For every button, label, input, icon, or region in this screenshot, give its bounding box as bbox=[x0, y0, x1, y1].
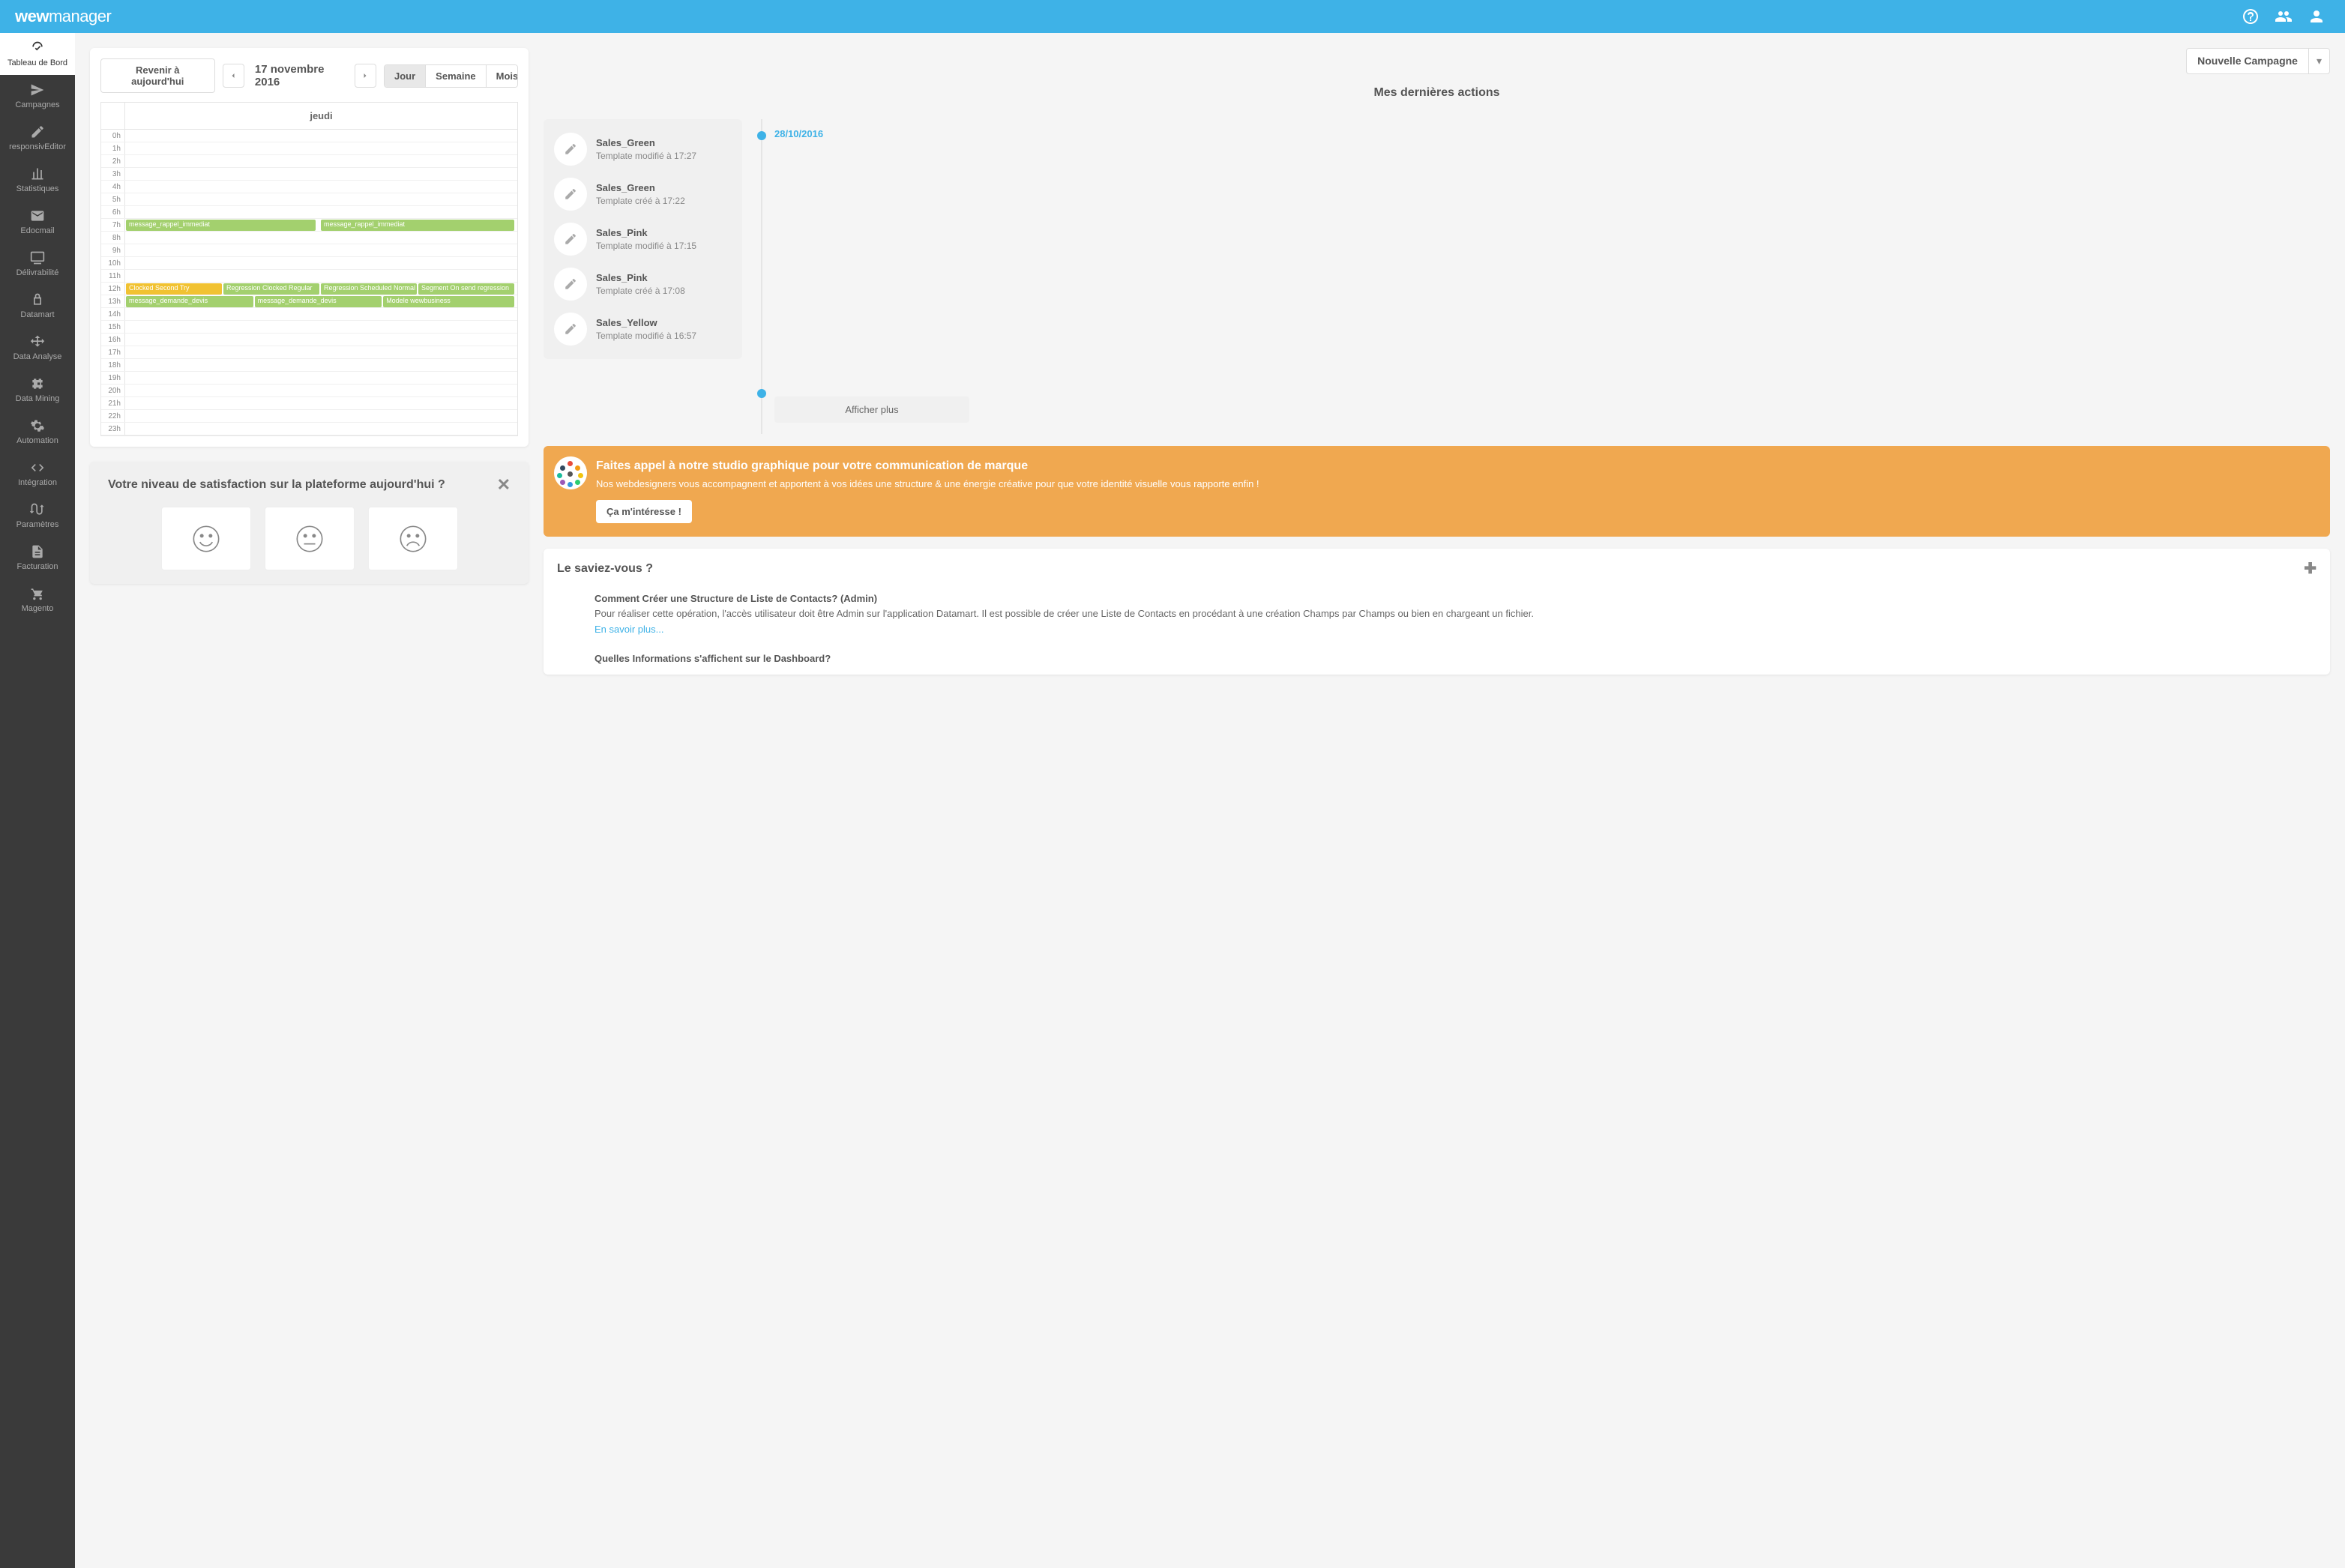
close-icon[interactable]: ✕ bbox=[497, 475, 511, 495]
calendar-event[interactable]: message_demande_devis bbox=[126, 296, 253, 307]
users-icon[interactable] bbox=[2270, 3, 2297, 30]
help-icon[interactable] bbox=[2237, 3, 2264, 30]
face-happy-button[interactable] bbox=[161, 507, 251, 570]
sidebar-item-4[interactable]: Edocmail bbox=[0, 201, 75, 243]
faq-link[interactable]: En savoir plus... bbox=[594, 624, 2279, 635]
edit-icon bbox=[554, 178, 587, 211]
calendar-event[interactable]: message_rappel_immediat bbox=[321, 220, 514, 231]
calendar-event[interactable]: Regression Scheduled Normal bbox=[321, 283, 417, 295]
profile-icon[interactable] bbox=[2303, 3, 2330, 30]
sidebar: Tableau de BordCampagnesresponsivEditorS… bbox=[0, 33, 75, 1568]
prev-day-button[interactable] bbox=[223, 64, 244, 88]
calendar-date: 17 novembre 2016 bbox=[255, 63, 344, 88]
knowledge-card: Le saviez-vous ? ✚ Comment Créer une Str… bbox=[544, 549, 2330, 675]
actions-title: Mes dernières actions bbox=[544, 86, 2330, 100]
new-campaign-button[interactable]: Nouvelle Campagne ▾ bbox=[2186, 48, 2330, 74]
edit-icon bbox=[554, 223, 587, 256]
faq-question: Comment Créer une Structure de Liste de … bbox=[594, 593, 2279, 604]
promo-text: Nos webdesigners vous accompagnent et ap… bbox=[596, 477, 2317, 491]
edit-icon bbox=[554, 268, 587, 301]
satisfaction-title: Votre niveau de satisfaction sur la plat… bbox=[108, 478, 497, 492]
action-item[interactable]: Sales_PinkTemplate modifié à 17:15 bbox=[551, 217, 735, 262]
sidebar-item-5[interactable]: Délivrabilité bbox=[0, 243, 75, 285]
sidebar-item-1[interactable]: Campagnes bbox=[0, 75, 75, 117]
calendar-card: Revenir à aujourd'hui 17 novembre 2016 J… bbox=[90, 48, 529, 447]
face-neutral-button[interactable] bbox=[265, 507, 355, 570]
calendar-event[interactable]: message_rappel_immediat bbox=[126, 220, 316, 231]
day-header: jeudi bbox=[125, 103, 517, 129]
logo[interactable]: wewmanager bbox=[15, 3, 111, 30]
calendar-event[interactable]: Modele wewbusiness bbox=[383, 296, 514, 307]
timeline-date: 28/10/2016 bbox=[774, 128, 823, 139]
sidebar-item-9[interactable]: Automation bbox=[0, 411, 75, 453]
action-item[interactable]: Sales_GreenTemplate modifié à 17:27 bbox=[551, 127, 735, 172]
sidebar-item-13[interactable]: Magento bbox=[0, 579, 75, 621]
promo-card: Faites appel à notre studio graphique po… bbox=[544, 446, 2330, 537]
sidebar-item-6[interactable]: Datamart bbox=[0, 285, 75, 327]
show-more-button[interactable]: Afficher plus bbox=[774, 396, 969, 423]
topbar: wewmanager bbox=[0, 0, 2345, 33]
sidebar-item-3[interactable]: Statistiques bbox=[0, 159, 75, 201]
faq-answer: Pour réaliser cette opération, l'accès u… bbox=[594, 607, 2279, 621]
chevron-down-icon[interactable]: ▾ bbox=[2308, 49, 2329, 73]
today-button[interactable]: Revenir à aujourd'hui bbox=[100, 58, 215, 93]
calendar-event[interactable]: Segment On send regression bbox=[418, 283, 514, 295]
actions-list: Sales_GreenTemplate modifié à 17:27Sales… bbox=[544, 119, 742, 359]
edit-icon bbox=[554, 313, 587, 346]
palette-icon bbox=[554, 456, 587, 489]
view-day-button[interactable]: Jour bbox=[385, 65, 426, 87]
satisfaction-card: Votre niveau de satisfaction sur la plat… bbox=[90, 462, 529, 584]
view-week-button[interactable]: Semaine bbox=[426, 65, 486, 87]
expand-icon[interactable]: ✚ bbox=[2304, 559, 2317, 578]
face-sad-button[interactable] bbox=[368, 507, 458, 570]
edit-icon bbox=[554, 133, 587, 166]
sidebar-item-10[interactable]: Intégration bbox=[0, 453, 75, 495]
view-month-button[interactable]: Mois bbox=[487, 65, 518, 87]
action-item[interactable]: Sales_PinkTemplate créé à 17:08 bbox=[551, 262, 735, 307]
sidebar-item-2[interactable]: responsivEditor bbox=[0, 117, 75, 159]
sidebar-item-0[interactable]: Tableau de Bord bbox=[0, 33, 75, 75]
calendar-event[interactable]: message_demande_devis bbox=[255, 296, 382, 307]
action-item[interactable]: Sales_YellowTemplate modifié à 16:57 bbox=[551, 307, 735, 352]
sidebar-item-12[interactable]: Facturation bbox=[0, 537, 75, 579]
action-item[interactable]: Sales_GreenTemplate créé à 17:22 bbox=[551, 172, 735, 217]
promo-title: Faites appel à notre studio graphique po… bbox=[596, 459, 2317, 473]
sidebar-item-11[interactable]: Paramètres bbox=[0, 495, 75, 537]
promo-cta-button[interactable]: Ça m'intéresse ! bbox=[596, 500, 692, 523]
faq-question-2: Quelles Informations s'affichent sur le … bbox=[557, 653, 2317, 664]
calendar-event[interactable]: Regression Clocked Regular bbox=[223, 283, 319, 295]
knowledge-title: Le saviez-vous ? bbox=[557, 562, 2304, 576]
next-day-button[interactable] bbox=[355, 64, 376, 88]
sidebar-item-8[interactable]: Data Mining bbox=[0, 369, 75, 411]
sidebar-item-7[interactable]: Data Analyse bbox=[0, 327, 75, 369]
calendar-event[interactable]: Clocked Second Try bbox=[126, 283, 222, 295]
